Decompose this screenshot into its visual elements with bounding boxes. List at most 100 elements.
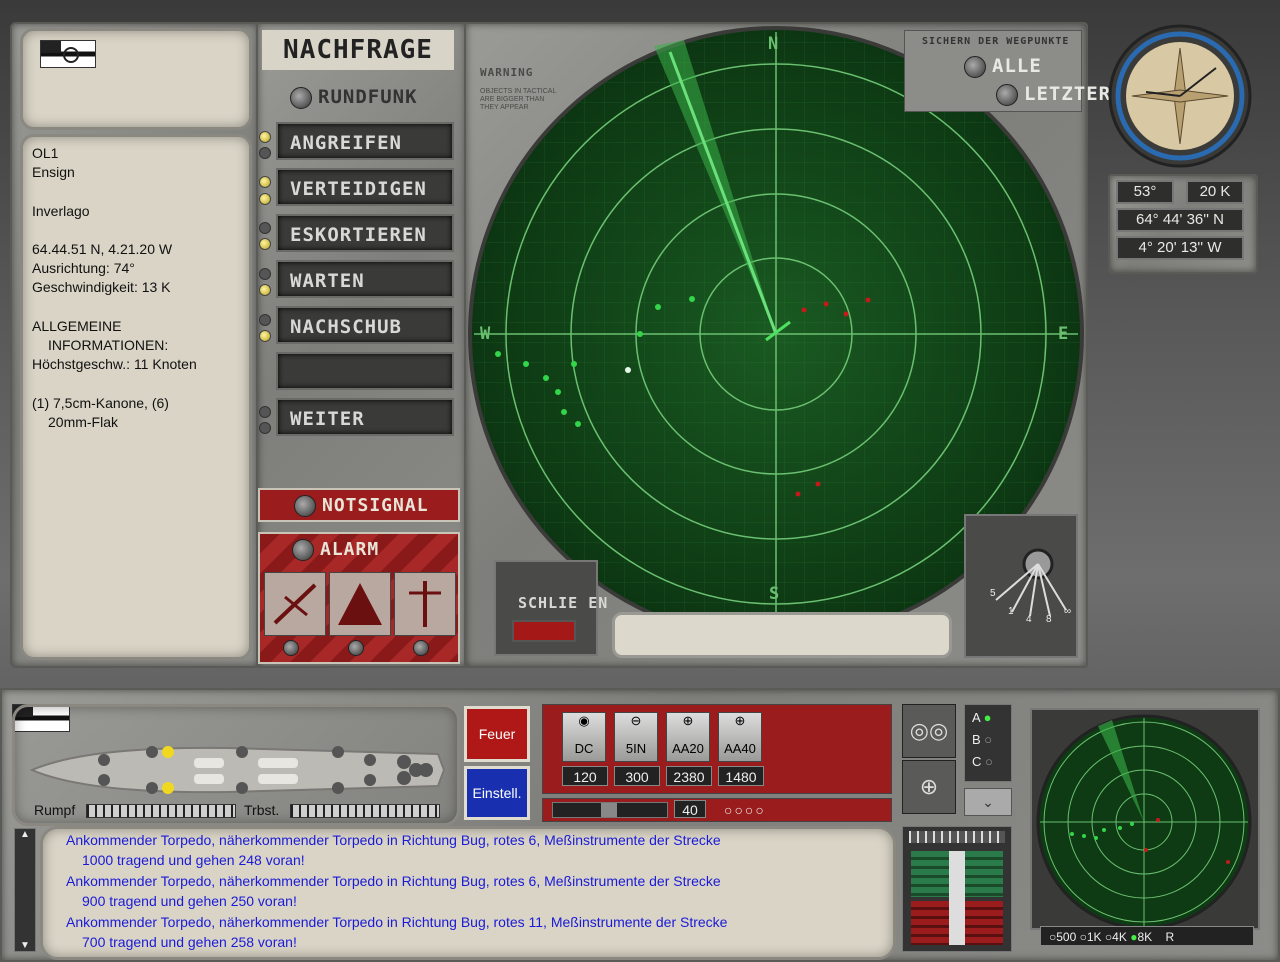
- elevation-slider[interactable]: [552, 802, 668, 818]
- cmd-wait-button[interactable]: WARTEN: [276, 260, 454, 298]
- ammo-aa40: 1480: [718, 766, 764, 786]
- drive-label: Trbst.: [244, 802, 280, 818]
- radar-west-label: W: [480, 324, 492, 344]
- hull-label: Rumpf: [34, 802, 76, 818]
- unknown-contact: [625, 367, 631, 373]
- status-led-icon: [259, 284, 271, 296]
- binoculars-button[interactable]: ◎◎: [902, 704, 956, 758]
- scale-label: 4: [1026, 614, 1032, 625]
- ship-name: Inverlago: [32, 203, 90, 219]
- crosshair-icon: ⊕: [734, 713, 746, 728]
- cmd-supply-button[interactable]: NACHSCHUB: [276, 306, 454, 344]
- settings-button[interactable]: Einstell.: [464, 766, 530, 820]
- weapon-name: DC: [574, 741, 594, 756]
- compass-longitude: 4° 20' 13'' W: [1116, 236, 1244, 260]
- weapon-5in-button[interactable]: ⊖ 5IN: [614, 712, 658, 762]
- alarm-knob-icon: [348, 640, 364, 656]
- range-1k-button[interactable]: 1K: [1087, 930, 1102, 944]
- scroll-up-icon: ▲: [20, 829, 30, 840]
- elevation-value: 40: [674, 800, 706, 818]
- channel-label: B: [972, 732, 981, 747]
- status-led-icon: [259, 147, 271, 159]
- weapon-name: 5IN: [625, 741, 647, 756]
- alarm-knob-icon: [292, 539, 314, 561]
- compass-bearing: 53°: [1116, 180, 1174, 204]
- gun-icon: ⊖: [630, 713, 642, 728]
- message-scrollbar[interactable]: ▲ ▼: [14, 828, 36, 952]
- weapon-dc-button[interactable]: ◉ DC: [562, 712, 606, 762]
- status-led-icon: [259, 176, 271, 188]
- slider-handle-icon: [601, 803, 617, 817]
- status-led-icon: [259, 222, 271, 234]
- radio-knob-icon: [290, 86, 312, 109]
- radio-label: RUNDFUNK: [318, 86, 418, 108]
- waypoint-all-button[interactable]: ALLE: [964, 54, 1042, 78]
- alarm-sub-button[interactable]: [394, 572, 456, 636]
- message-line: 700 tragend und gehen 258 voran!: [82, 934, 297, 950]
- ammo-aa20: 2380: [666, 766, 712, 786]
- range-500-button[interactable]: 500: [1056, 930, 1076, 944]
- message-line: Ankommender Torpedo, näherkommender Torp…: [66, 873, 721, 889]
- close-button[interactable]: [512, 620, 576, 642]
- ammo-dc: 120: [562, 766, 608, 786]
- cmd-empty-button[interactable]: [276, 352, 454, 390]
- weapon-name: AA20: [672, 741, 704, 756]
- ship-position: 64.44.51 N, 4.21.20 W: [32, 241, 173, 257]
- alarm-label: ALARM: [292, 538, 379, 562]
- scale-label: 8: [1046, 614, 1052, 625]
- status-led-icon: [259, 193, 271, 205]
- range-8k-button[interactable]: 8K: [1137, 930, 1152, 944]
- cmd-next-button[interactable]: WEITER: [276, 398, 454, 436]
- alarm-ship-button[interactable]: [329, 572, 391, 636]
- throttle-lever-icon: [949, 851, 965, 945]
- gunsight-button[interactable]: ⊕: [902, 760, 956, 814]
- channel-led-icon: ○: [985, 754, 993, 769]
- binoculars-icon: ◎◎: [909, 718, 949, 743]
- scale-label: ∞: [1064, 606, 1072, 617]
- cmd-attack-button[interactable]: ANGREIFEN: [276, 122, 454, 160]
- ship-heading: Ausrichtung: 74°: [32, 260, 135, 276]
- channel-b-button[interactable]: B ○: [972, 732, 992, 747]
- scale-label: 5: [990, 588, 996, 599]
- fire-button[interactable]: Feuer: [464, 706, 530, 762]
- toggle-view-button[interactable]: ⌄: [964, 788, 1012, 816]
- general-heading-1: ALLGEMEINE: [32, 318, 122, 334]
- cmd-escort-button[interactable]: ESKORTIEREN: [276, 214, 454, 252]
- distress-label: NOTSIGNAL: [322, 495, 429, 516]
- distress-knob-icon: [294, 495, 316, 517]
- weapon-aa40-button[interactable]: ⊕ AA40: [718, 712, 762, 762]
- channel-label: A: [972, 710, 980, 725]
- range-4k-button[interactable]: 4K: [1112, 930, 1127, 944]
- ensign-flag-icon: [40, 40, 96, 68]
- aircraft-alarm-icon: [273, 583, 317, 625]
- radar-message-field: [612, 612, 952, 658]
- radar-r-button[interactable]: R: [1165, 930, 1174, 944]
- weapon-name: AA40: [724, 741, 756, 756]
- cmd-defend-button[interactable]: VERTEIDIGEN: [276, 168, 454, 206]
- general-heading-2: INFORMATIONEN:: [48, 337, 169, 353]
- status-led-icon: [259, 131, 271, 143]
- distress-button[interactable]: NOTSIGNAL: [258, 488, 460, 522]
- submarine-alarm-icon: [409, 581, 441, 627]
- channel-a-button[interactable]: A ●: [972, 710, 991, 725]
- alarm-knob-icon: [283, 640, 299, 656]
- throttle-panel[interactable]: [902, 826, 1012, 952]
- knob-icon: [996, 83, 1018, 106]
- channel-led-icon: ●: [983, 710, 992, 725]
- radar-range-dial[interactable]: [964, 514, 1078, 658]
- radar-north-label: N: [768, 34, 780, 54]
- alarm-aircraft-button[interactable]: [264, 572, 326, 636]
- weapon-aa20-button[interactable]: ⊕ AA20: [666, 712, 710, 762]
- scale-label: 1: [1008, 606, 1014, 617]
- scroll-down-icon: ▼: [20, 940, 30, 951]
- message-line: 900 tragend und gehen 250 voran!: [82, 893, 297, 909]
- message-line: Ankommender Torpedo, näherkommender Torp…: [66, 914, 728, 930]
- status-led-icon: [259, 238, 271, 250]
- channel-c-button[interactable]: C ○: [972, 754, 993, 769]
- crosshair-icon: ⊕: [682, 713, 694, 728]
- mini-radar-range-bar: ○500 ○1K ○4K ●8K R: [1040, 926, 1254, 946]
- drive-bar: [290, 804, 440, 818]
- salvo-indicators: ○○○○: [724, 802, 766, 818]
- radio-button[interactable]: RUNDFUNK: [290, 84, 418, 110]
- message-line: Ankommender Torpedo, näherkommender Torp…: [66, 832, 721, 848]
